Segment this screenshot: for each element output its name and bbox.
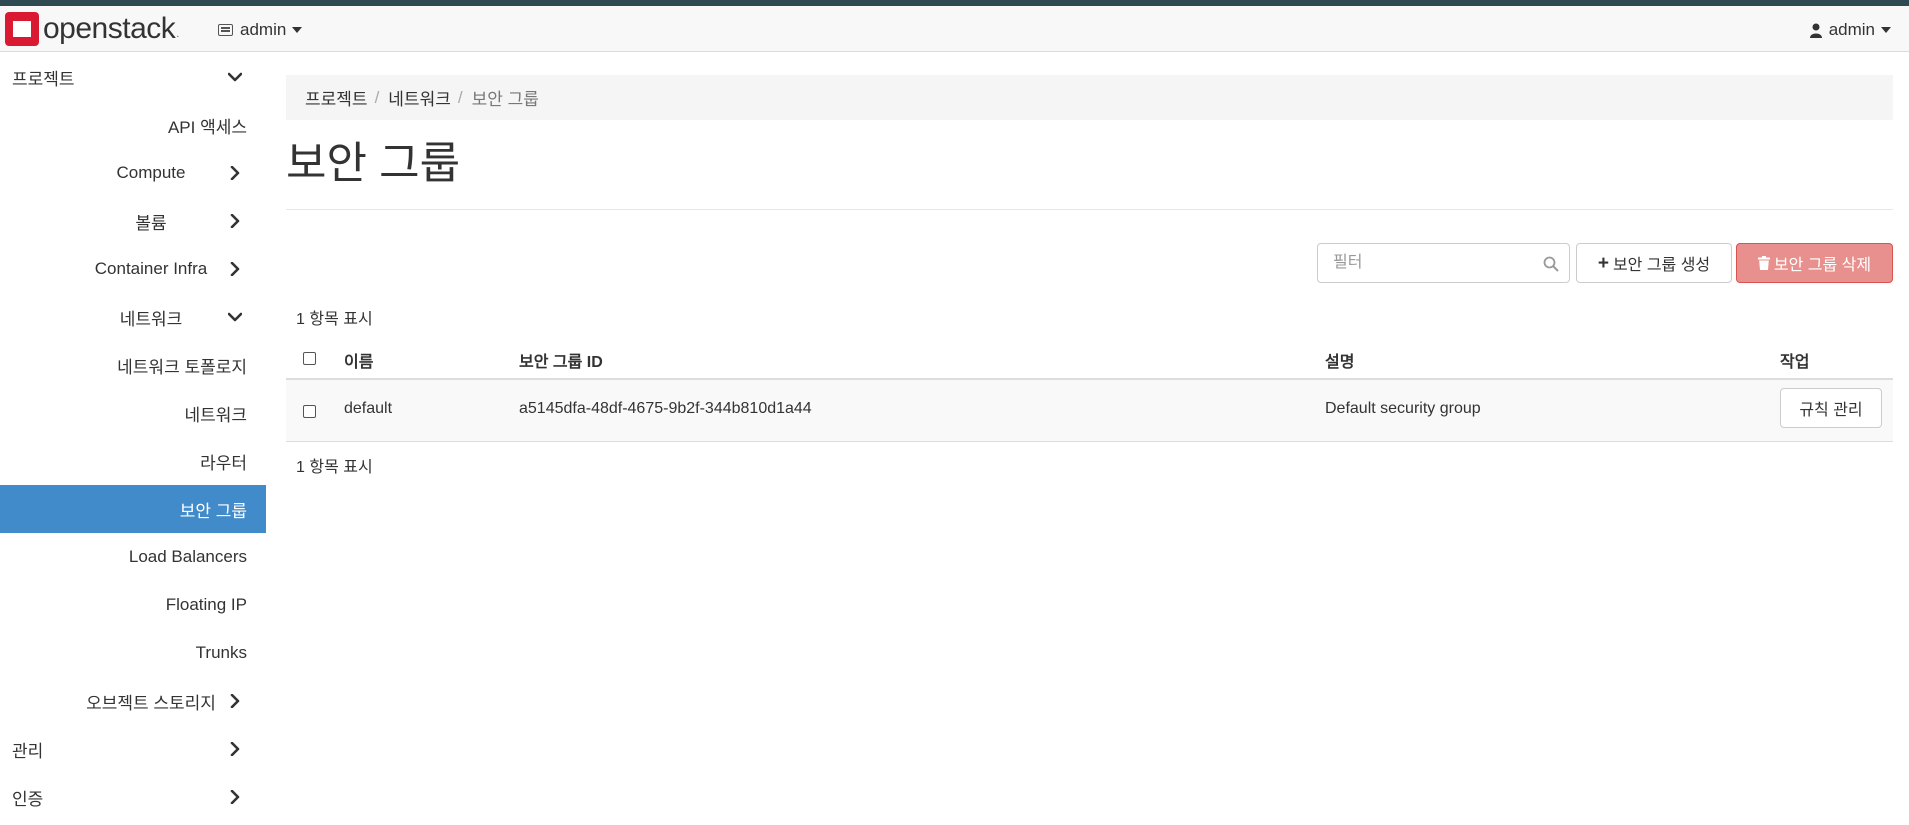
- brand-logo[interactable]: openstack .: [5, 12, 179, 46]
- sidebar-item-볼륨[interactable]: 볼륨: [0, 197, 266, 245]
- sidebar-item-보안-그룹[interactable]: 보안 그룹: [0, 485, 266, 533]
- sidebar-item-label: 네트워크 토폴로지: [117, 357, 247, 377]
- breadcrumb-separator: /: [457, 87, 463, 107]
- title-divider: [286, 209, 1893, 210]
- user-menu[interactable]: admin: [1809, 20, 1891, 40]
- manage-rules-button[interactable]: 규칙 관리: [1780, 388, 1882, 428]
- item-count-bottom: 1 항목 표시: [296, 459, 373, 476]
- table-row: default a5145dfa-48df-4675-9b2f-344b810d…: [286, 380, 1893, 442]
- sidebar-item-api-액세스[interactable]: API 액세스: [0, 101, 266, 149]
- sidebar-item-floating-ip[interactable]: Floating IP: [0, 581, 266, 629]
- chevron-down-icon: [228, 72, 242, 82]
- create-button-label: 보안 그룹 생성: [1612, 257, 1711, 274]
- page-title: 보안 그룹: [286, 139, 461, 188]
- row-description: Default security group: [1325, 400, 1481, 417]
- caret-down-icon: [292, 27, 303, 33]
- sidebar-item-label: 오브젝트 스토리지: [86, 693, 216, 713]
- column-header-description[interactable]: 설명: [1325, 348, 1354, 372]
- column-header-name[interactable]: 이름: [344, 348, 373, 372]
- chevron-right-icon: [230, 790, 240, 804]
- delete-button-label: 보안 그룹 삭제: [1773, 257, 1872, 274]
- sidebar-item-label: 볼륨: [135, 213, 167, 233]
- security-groups-table: 이름 보안 그룹 ID 설명 작업 default a5145dfa-48df-…: [286, 336, 1893, 442]
- sidebar-item-네트워크[interactable]: 네트워크: [0, 389, 266, 437]
- sidebar: 프로젝트 API 액세스 Compute 볼륨 Container Infra 네트워크 네…: [0, 53, 266, 821]
- chevron-right-icon: [230, 262, 240, 276]
- project-selector[interactable]: admin: [218, 20, 303, 40]
- chevron-right-icon: [230, 166, 240, 180]
- table-header: 이름 보안 그룹 ID 설명 작업: [286, 336, 1893, 380]
- plus-icon: +: [1597, 252, 1609, 274]
- project-list-icon: [218, 24, 233, 36]
- create-security-group-button[interactable]: + 보안 그룹 생성: [1576, 243, 1732, 283]
- user-icon: [1809, 23, 1822, 38]
- sidebar-item-label: Trunks: [195, 643, 247, 662]
- column-header-id[interactable]: 보안 그룹 ID: [519, 348, 603, 372]
- sidebar-item-label: Compute: [116, 163, 186, 182]
- breadcrumb: 프로젝트 / 네트워크 / 보안 그룹: [286, 75, 1893, 120]
- caret-down-icon: [1881, 27, 1891, 33]
- breadcrumb-project[interactable]: 프로젝트: [305, 85, 368, 110]
- sidebar-item-compute[interactable]: Compute: [0, 149, 266, 197]
- sidebar-item-label: Container Infra: [94, 259, 208, 278]
- project-name: admin: [240, 20, 287, 39]
- breadcrumb-separator: /: [374, 87, 380, 107]
- chevron-right-icon: [230, 742, 240, 756]
- row-id: a5145dfa-48df-4675-9b2f-344b810d1a44: [519, 400, 812, 417]
- sidebar-item-label: API 액세스: [167, 117, 247, 137]
- sidebar-item-label: 관리: [12, 741, 44, 761]
- sidebar-item-네트워크[interactable]: 네트워크: [0, 293, 266, 341]
- top-navbar: openstack . admin admin: [0, 6, 1909, 52]
- sidebar-item-인증[interactable]: 인증: [0, 773, 266, 821]
- search-icon[interactable]: [1543, 256, 1559, 272]
- sidebar-item-label: 인증: [12, 789, 44, 809]
- sidebar-item-관리[interactable]: 관리: [0, 725, 266, 773]
- filter-box: [1317, 243, 1570, 283]
- sidebar-item-label: 네트워크: [184, 405, 247, 425]
- breadcrumb-network[interactable]: 네트워크: [388, 85, 451, 110]
- breadcrumb-security-groups: 보안 그룹: [471, 90, 539, 109]
- sidebar-item-프로젝트[interactable]: 프로젝트: [0, 53, 266, 101]
- sidebar-item-label: 보안 그룹: [179, 501, 247, 521]
- brand-name: openstack: [43, 12, 176, 45]
- openstack-logo-icon: [5, 12, 39, 46]
- sidebar-item-label: 라우터: [200, 453, 247, 473]
- sidebar-item-라우터[interactable]: 라우터: [0, 437, 266, 485]
- sidebar-item-trunks[interactable]: Trunks: [0, 629, 266, 677]
- chevron-down-icon: [228, 312, 242, 322]
- sidebar-item-label: Floating IP: [165, 595, 247, 614]
- sidebar-item-label: 프로젝트: [12, 69, 75, 89]
- sidebar-item-container-infra[interactable]: Container Infra: [0, 245, 266, 293]
- sidebar-item-label: Load Balancers: [128, 547, 247, 566]
- trash-icon: [1757, 256, 1770, 270]
- select-all-checkbox[interactable]: [303, 352, 316, 365]
- column-header-actions: 작업: [1780, 354, 1810, 371]
- user-name: admin: [1828, 20, 1875, 39]
- row-checkbox[interactable]: [303, 405, 316, 418]
- filter-input[interactable]: [1318, 244, 1543, 282]
- sidebar-item-label: 네트워크: [119, 309, 183, 329]
- sidebar-item-load-balancers[interactable]: Load Balancers: [0, 533, 266, 581]
- brand-mark-dot: .: [176, 28, 180, 40]
- delete-security-group-button[interactable]: 보안 그룹 삭제: [1736, 243, 1893, 283]
- chevron-right-icon: [230, 214, 240, 228]
- item-count-top: 1 항목 표시: [296, 311, 373, 328]
- chevron-right-icon: [230, 694, 240, 708]
- sidebar-item-오브젝트-스토리지[interactable]: 오브젝트 스토리지: [0, 677, 266, 725]
- sidebar-item-네트워크-토폴로지[interactable]: 네트워크 토폴로지: [0, 341, 266, 389]
- row-name: default: [344, 400, 393, 417]
